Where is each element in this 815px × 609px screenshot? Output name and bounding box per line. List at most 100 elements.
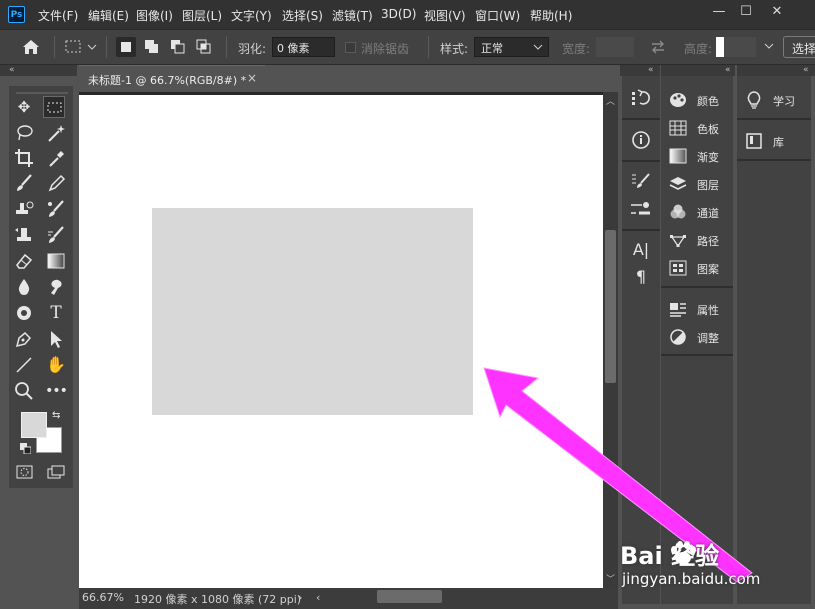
history-icon[interactable]: [628, 86, 654, 110]
brush-settings-icon[interactable]: [628, 169, 654, 193]
height-input[interactable]: [716, 37, 756, 57]
line-tool-icon[interactable]: [13, 354, 35, 376]
clone-stamp-icon[interactable]: [13, 198, 35, 220]
panel-collapse-bar[interactable]: «: [620, 65, 660, 76]
paragraph-icon[interactable]: ¶: [628, 265, 654, 289]
pen-tool-icon[interactable]: [13, 328, 35, 350]
lasso-tool-icon[interactable]: [13, 122, 35, 144]
minimize-button[interactable]: —: [706, 2, 732, 22]
menu-select[interactable]: 选择(S): [282, 7, 323, 24]
width-label: 宽度:: [562, 42, 591, 56]
width-input[interactable]: [596, 37, 634, 57]
feather-input[interactable]: 0 像素: [272, 37, 335, 57]
info-icon[interactable]: [628, 128, 654, 152]
watermark-url: jingyan.baidu.com: [622, 570, 761, 588]
style-label: 样式:: [440, 42, 469, 56]
brushes-icon[interactable]: [628, 197, 654, 221]
smudge-icon[interactable]: [45, 276, 67, 298]
type-tool-icon[interactable]: T: [45, 302, 67, 324]
close-button[interactable]: ✕: [764, 2, 790, 22]
scroll-left-icon[interactable]: ‹: [316, 591, 320, 604]
panel-divider: [737, 159, 811, 161]
default-colors-icon[interactable]: [20, 443, 32, 455]
screen-mode-icon[interactable]: [46, 464, 66, 480]
info-menu-chevron-icon[interactable]: ›: [298, 591, 302, 604]
intersect-selection-button[interactable]: [194, 37, 214, 57]
marquee-tool-icon[interactable]: [43, 96, 65, 118]
menu-bar: Ps 文件(F) 编辑(E) 图像(I) 图层(L) 文字(Y) 选择(S) 滤…: [0, 0, 815, 29]
menu-file[interactable]: 文件(F): [38, 7, 78, 24]
move-tool-icon[interactable]: ✥: [13, 96, 35, 118]
chevron-down-icon: [533, 44, 543, 50]
hand-tool-icon[interactable]: ✋: [45, 354, 67, 376]
panel-gradients[interactable]: 渐变: [669, 144, 729, 168]
photoshop-logo: Ps: [8, 6, 25, 23]
panel-swatches[interactable]: 色板: [669, 116, 729, 140]
swap-button[interactable]: [648, 38, 668, 56]
panel-paths[interactable]: 路径: [669, 228, 729, 252]
menu-type[interactable]: 文字(Y): [231, 7, 272, 24]
crop-tool-icon[interactable]: [13, 147, 35, 169]
brush-icon[interactable]: [13, 172, 35, 194]
zoom-tool-icon[interactable]: [13, 380, 35, 402]
style-select[interactable]: 正常: [474, 37, 549, 57]
pencil-icon[interactable]: [45, 172, 67, 194]
watermark-logo: Bai 经验: [620, 541, 720, 570]
panel-properties[interactable]: 属性: [669, 297, 729, 321]
menu-edit[interactable]: 编辑(E): [88, 7, 129, 24]
home-button[interactable]: [12, 36, 50, 58]
panel-collapse-bar[interactable]: «: [661, 65, 735, 76]
tools-collapse-bar[interactable]: «: [0, 65, 77, 76]
maximize-button[interactable]: ☐: [733, 2, 759, 22]
horizontal-scroll-thumb[interactable]: [377, 590, 442, 603]
vertical-scroll-thumb[interactable]: [605, 230, 616, 383]
menu-filter[interactable]: 滤镜(T): [332, 7, 373, 24]
gradient-icon[interactable]: [45, 250, 67, 272]
new-selection-button[interactable]: [116, 37, 136, 57]
panel-channels[interactable]: 通道: [669, 200, 729, 224]
antialias-checkbox[interactable]: [345, 42, 356, 53]
blur-drop-icon[interactable]: [13, 276, 35, 298]
dodge-icon[interactable]: [13, 302, 35, 324]
panel-layers[interactable]: 图层: [669, 172, 729, 196]
menu-3d[interactable]: 3D(D): [381, 7, 416, 21]
marquee-preset-picker[interactable]: [63, 37, 101, 57]
panel-label: 色板: [697, 123, 719, 136]
character-icon[interactable]: A|: [628, 238, 654, 262]
eyedropper-icon[interactable]: [45, 147, 67, 169]
magic-wand-icon[interactable]: [45, 122, 67, 144]
path-select-icon[interactable]: [45, 328, 67, 350]
menu-image[interactable]: 图像(I): [136, 7, 173, 24]
tab-close-icon[interactable]: ×: [247, 71, 257, 85]
quick-mask-icon[interactable]: [15, 464, 35, 480]
menu-view[interactable]: 视图(V): [424, 7, 466, 24]
document-info[interactable]: 1920 像素 x 1080 像素 (72 ppi): [134, 591, 301, 607]
panel-collapse-bar[interactable]: «: [737, 65, 815, 76]
add-selection-button[interactable]: [142, 37, 162, 57]
zoom-level[interactable]: 66.67%: [82, 591, 124, 604]
more-tools-icon[interactable]: •••: [45, 380, 68, 402]
menu-layer[interactable]: 图层(L): [182, 7, 222, 24]
scroll-up-icon[interactable]: ︿: [605, 94, 616, 107]
tools-grip[interactable]: [16, 92, 68, 94]
panel-adjustments[interactable]: 调整: [669, 325, 729, 349]
eraser-icon[interactable]: [13, 250, 35, 272]
panel-libraries[interactable]: 库: [745, 129, 807, 153]
subtract-selection-button[interactable]: [168, 37, 188, 57]
foreground-color-swatch[interactable]: [21, 412, 47, 438]
scroll-down-icon[interactable]: ﹀: [605, 572, 616, 585]
panel-divider: [661, 354, 733, 356]
mixer-brush-icon[interactable]: [45, 224, 67, 246]
history-brush-icon[interactable]: [45, 198, 67, 220]
stamp-icon[interactable]: [13, 224, 35, 246]
document-tab[interactable]: 未标题-1 @ 66.7%(RGB/8#) * ×: [79, 65, 265, 92]
panel-color[interactable]: 颜色: [669, 88, 729, 112]
swap-colors-icon[interactable]: ⇆: [52, 410, 64, 422]
selection-rectangle[interactable]: [152, 208, 473, 415]
panel-patterns[interactable]: 图案: [669, 256, 729, 280]
menu-window[interactable]: 窗口(W): [475, 7, 520, 24]
menu-help[interactable]: 帮助(H): [530, 7, 572, 24]
panel-divider: [622, 118, 660, 120]
select-and-mask-button[interactable]: 选择: [783, 36, 815, 58]
panel-learn[interactable]: 学习: [745, 88, 807, 112]
